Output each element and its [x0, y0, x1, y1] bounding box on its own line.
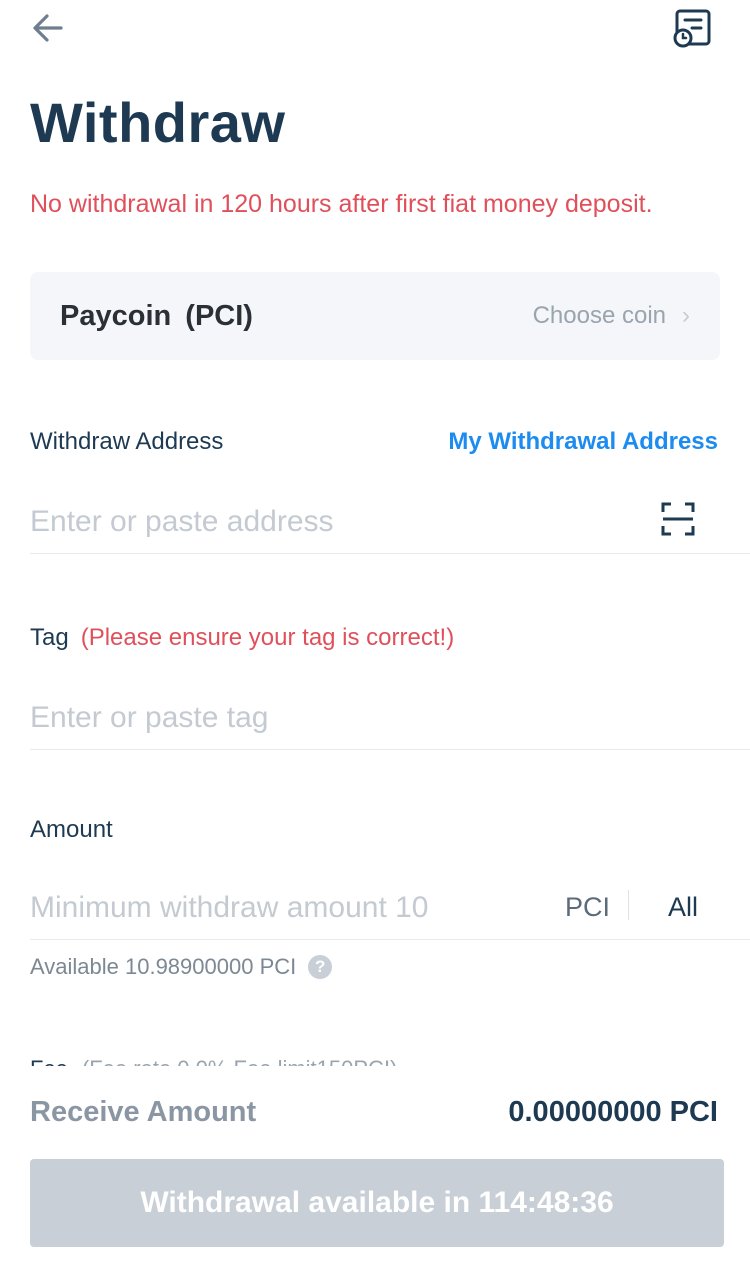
withdraw-submit-button[interactable]: Withdrawal available in 114:48:36	[30, 1159, 724, 1247]
tag-label: Tag (Please ensure your tag is correct!)	[30, 624, 454, 652]
available-balance: Available 10.98900000 PCI ?	[30, 954, 333, 980]
unit-divider	[628, 890, 629, 920]
amount-label: Amount	[30, 816, 113, 843]
address-input[interactable]: Enter or paste address	[30, 490, 750, 554]
page-title: Withdraw	[30, 91, 286, 154]
amount-placeholder: Minimum withdraw amount 10	[30, 890, 429, 924]
choose-coin-label: Choose coin	[532, 302, 666, 329]
all-button[interactable]: All	[668, 892, 698, 923]
withdraw-records-button[interactable]	[670, 6, 714, 50]
coin-name-text: Paycoin	[60, 299, 172, 332]
withdraw-page: Withdraw No withdrawal in 120 hours afte…	[0, 0, 750, 1263]
fee-row: Fee (Fee rate 0.0% Fee limit150PCI)	[30, 1048, 720, 1066]
tag-label-text: Tag	[30, 624, 69, 651]
coin-symbol: (PCI)	[185, 299, 253, 332]
available-text: Available 10.98900000 PCI	[30, 954, 297, 979]
coin-selector[interactable]: Paycoin (PCI) Choose coin ›	[30, 272, 720, 360]
amount-unit: PCI	[565, 892, 611, 922]
receive-amount-label: Receive Amount	[30, 1096, 257, 1128]
fee-label: Fee	[30, 1056, 68, 1066]
coin-name: Paycoin (PCI)	[60, 300, 253, 333]
tag-warning: (Please ensure your tag is correct!)	[80, 624, 455, 651]
scan-icon	[661, 502, 695, 536]
fee-text: Fee (Fee rate 0.0% Fee limit150PCI)	[30, 1056, 720, 1066]
tag-placeholder: Enter or paste tag	[30, 700, 269, 734]
withdraw-records-icon	[673, 9, 711, 48]
deposit-notice: No withdrawal in 120 hours after first f…	[30, 190, 653, 218]
my-withdrawal-address-link[interactable]: My Withdrawal Address	[448, 428, 718, 456]
withdraw-address-label: Withdraw Address	[30, 428, 224, 455]
receive-amount-value: 0.00000000 PCI	[508, 1096, 718, 1128]
address-placeholder: Enter or paste address	[30, 504, 334, 538]
tag-input[interactable]: Enter or paste tag	[30, 686, 750, 750]
choose-coin[interactable]: Choose coin ›	[533, 302, 690, 330]
chevron-right-icon: ›	[682, 302, 690, 329]
back-button[interactable]	[28, 8, 68, 48]
help-icon[interactable]: ?	[308, 955, 333, 979]
arrow-left-icon	[33, 14, 63, 42]
amount-input[interactable]: Minimum withdraw amount 10 PCI All	[30, 876, 750, 940]
fee-note: (Fee rate 0.0% Fee limit150PCI)	[82, 1056, 397, 1066]
scan-qr-button[interactable]	[660, 501, 696, 537]
